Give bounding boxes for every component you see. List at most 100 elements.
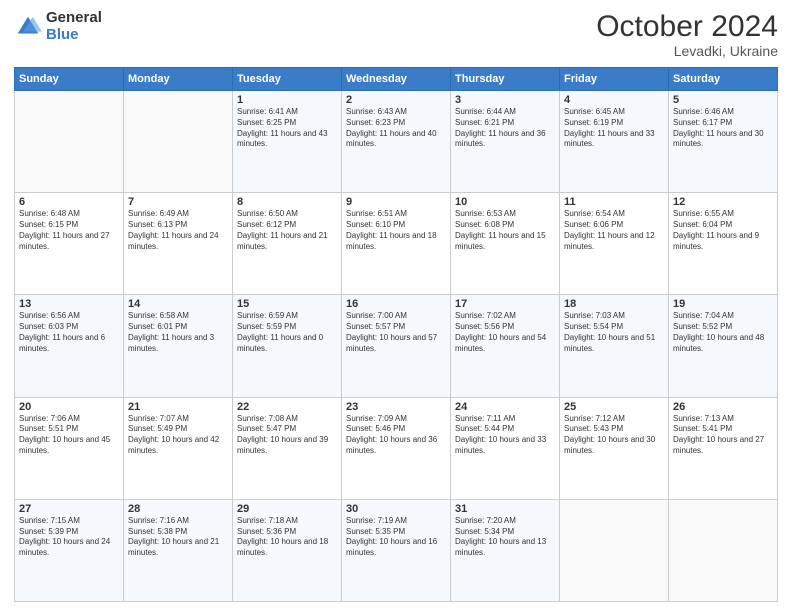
cell-text-23: Sunrise: 7:09 AM Sunset: 5:46 PM Dayligh… [346,414,446,457]
day-number-28: 28 [128,503,228,515]
cell-3-0: 20Sunrise: 7:06 AM Sunset: 5:51 PM Dayli… [15,397,124,499]
day-number-21: 21 [128,401,228,413]
cell-text-26: Sunrise: 7:13 AM Sunset: 5:41 PM Dayligh… [673,414,773,457]
page: General Blue October 2024 Levadki, Ukrai… [0,0,792,612]
cell-text-16: Sunrise: 7:00 AM Sunset: 5:57 PM Dayligh… [346,311,446,354]
cell-text-4: Sunrise: 6:45 AM Sunset: 6:19 PM Dayligh… [564,107,664,150]
day-number-3: 3 [455,94,555,106]
cell-3-5: 25Sunrise: 7:12 AM Sunset: 5:43 PM Dayli… [560,397,669,499]
cell-4-2: 29Sunrise: 7:18 AM Sunset: 5:36 PM Dayli… [233,499,342,601]
day-number-18: 18 [564,298,664,310]
cell-text-15: Sunrise: 6:59 AM Sunset: 5:59 PM Dayligh… [237,311,337,354]
day-number-4: 4 [564,94,664,106]
cell-text-2: Sunrise: 6:43 AM Sunset: 6:23 PM Dayligh… [346,107,446,150]
cell-text-27: Sunrise: 7:15 AM Sunset: 5:39 PM Dayligh… [19,516,119,559]
day-number-30: 30 [346,503,446,515]
cell-text-22: Sunrise: 7:08 AM Sunset: 5:47 PM Dayligh… [237,414,337,457]
title-area: October 2024 Levadki, Ukraine [596,10,778,59]
week-row-5: 27Sunrise: 7:15 AM Sunset: 5:39 PM Dayli… [15,499,778,601]
day-number-5: 5 [673,94,773,106]
week-row-2: 6Sunrise: 6:48 AM Sunset: 6:15 PM Daylig… [15,193,778,295]
cell-2-5: 18Sunrise: 7:03 AM Sunset: 5:54 PM Dayli… [560,295,669,397]
cell-4-1: 28Sunrise: 7:16 AM Sunset: 5:38 PM Dayli… [124,499,233,601]
cell-3-1: 21Sunrise: 7:07 AM Sunset: 5:49 PM Dayli… [124,397,233,499]
day-number-7: 7 [128,196,228,208]
cell-3-2: 22Sunrise: 7:08 AM Sunset: 5:47 PM Dayli… [233,397,342,499]
day-number-16: 16 [346,298,446,310]
header: General Blue October 2024 Levadki, Ukrai… [14,10,778,59]
day-number-27: 27 [19,503,119,515]
cell-4-0: 27Sunrise: 7:15 AM Sunset: 5:39 PM Dayli… [15,499,124,601]
location-subtitle: Levadki, Ukraine [596,43,778,59]
cell-text-8: Sunrise: 6:50 AM Sunset: 6:12 PM Dayligh… [237,209,337,252]
cell-3-6: 26Sunrise: 7:13 AM Sunset: 5:41 PM Dayli… [669,397,778,499]
cell-text-30: Sunrise: 7:19 AM Sunset: 5:35 PM Dayligh… [346,516,446,559]
col-monday: Monday [124,68,233,91]
day-number-10: 10 [455,196,555,208]
day-number-22: 22 [237,401,337,413]
cell-0-3: 2Sunrise: 6:43 AM Sunset: 6:23 PM Daylig… [342,91,451,193]
cell-text-6: Sunrise: 6:48 AM Sunset: 6:15 PM Dayligh… [19,209,119,252]
cell-1-1: 7Sunrise: 6:49 AM Sunset: 6:13 PM Daylig… [124,193,233,295]
month-title: October 2024 [596,10,778,43]
cell-text-3: Sunrise: 6:44 AM Sunset: 6:21 PM Dayligh… [455,107,555,150]
cell-text-25: Sunrise: 7:12 AM Sunset: 5:43 PM Dayligh… [564,414,664,457]
cell-0-6: 5Sunrise: 6:46 AM Sunset: 6:17 PM Daylig… [669,91,778,193]
cell-2-4: 17Sunrise: 7:02 AM Sunset: 5:56 PM Dayli… [451,295,560,397]
calendar-header-row: Sunday Monday Tuesday Wednesday Thursday… [15,68,778,91]
col-thursday: Thursday [451,68,560,91]
day-number-11: 11 [564,196,664,208]
cell-2-2: 15Sunrise: 6:59 AM Sunset: 5:59 PM Dayli… [233,295,342,397]
cell-2-3: 16Sunrise: 7:00 AM Sunset: 5:57 PM Dayli… [342,295,451,397]
day-number-25: 25 [564,401,664,413]
cell-text-1: Sunrise: 6:41 AM Sunset: 6:25 PM Dayligh… [237,107,337,150]
day-number-31: 31 [455,503,555,515]
cell-text-31: Sunrise: 7:20 AM Sunset: 5:34 PM Dayligh… [455,516,555,559]
cell-4-5 [560,499,669,601]
day-number-20: 20 [19,401,119,413]
week-row-1: 1Sunrise: 6:41 AM Sunset: 6:25 PM Daylig… [15,91,778,193]
week-row-3: 13Sunrise: 6:56 AM Sunset: 6:03 PM Dayli… [15,295,778,397]
cell-0-1 [124,91,233,193]
cell-text-12: Sunrise: 6:55 AM Sunset: 6:04 PM Dayligh… [673,209,773,252]
cell-text-14: Sunrise: 6:58 AM Sunset: 6:01 PM Dayligh… [128,311,228,354]
cell-text-20: Sunrise: 7:06 AM Sunset: 5:51 PM Dayligh… [19,414,119,457]
col-saturday: Saturday [669,68,778,91]
day-number-24: 24 [455,401,555,413]
cell-0-4: 3Sunrise: 6:44 AM Sunset: 6:21 PM Daylig… [451,91,560,193]
cell-text-17: Sunrise: 7:02 AM Sunset: 5:56 PM Dayligh… [455,311,555,354]
cell-1-0: 6Sunrise: 6:48 AM Sunset: 6:15 PM Daylig… [15,193,124,295]
cell-2-0: 13Sunrise: 6:56 AM Sunset: 6:03 PM Dayli… [15,295,124,397]
day-number-14: 14 [128,298,228,310]
day-number-2: 2 [346,94,446,106]
cell-1-4: 10Sunrise: 6:53 AM Sunset: 6:08 PM Dayli… [451,193,560,295]
day-number-8: 8 [237,196,337,208]
day-number-13: 13 [19,298,119,310]
cell-1-2: 8Sunrise: 6:50 AM Sunset: 6:12 PM Daylig… [233,193,342,295]
logo-text: General Blue [46,10,102,43]
cell-text-18: Sunrise: 7:03 AM Sunset: 5:54 PM Dayligh… [564,311,664,354]
cell-2-6: 19Sunrise: 7:04 AM Sunset: 5:52 PM Dayli… [669,295,778,397]
logo: General Blue [14,10,102,43]
cell-text-5: Sunrise: 6:46 AM Sunset: 6:17 PM Dayligh… [673,107,773,150]
day-number-15: 15 [237,298,337,310]
cell-1-5: 11Sunrise: 6:54 AM Sunset: 6:06 PM Dayli… [560,193,669,295]
cell-text-7: Sunrise: 6:49 AM Sunset: 6:13 PM Dayligh… [128,209,228,252]
cell-3-3: 23Sunrise: 7:09 AM Sunset: 5:46 PM Dayli… [342,397,451,499]
cell-text-24: Sunrise: 7:11 AM Sunset: 5:44 PM Dayligh… [455,414,555,457]
logo-blue-text: Blue [46,27,102,44]
cell-text-9: Sunrise: 6:51 AM Sunset: 6:10 PM Dayligh… [346,209,446,252]
cell-0-0 [15,91,124,193]
cell-text-21: Sunrise: 7:07 AM Sunset: 5:49 PM Dayligh… [128,414,228,457]
week-row-4: 20Sunrise: 7:06 AM Sunset: 5:51 PM Dayli… [15,397,778,499]
logo-icon [14,13,42,41]
cell-3-4: 24Sunrise: 7:11 AM Sunset: 5:44 PM Dayli… [451,397,560,499]
day-number-1: 1 [237,94,337,106]
cell-0-2: 1Sunrise: 6:41 AM Sunset: 6:25 PM Daylig… [233,91,342,193]
day-number-29: 29 [237,503,337,515]
cell-4-3: 30Sunrise: 7:19 AM Sunset: 5:35 PM Dayli… [342,499,451,601]
day-number-9: 9 [346,196,446,208]
cell-text-13: Sunrise: 6:56 AM Sunset: 6:03 PM Dayligh… [19,311,119,354]
day-number-17: 17 [455,298,555,310]
day-number-6: 6 [19,196,119,208]
